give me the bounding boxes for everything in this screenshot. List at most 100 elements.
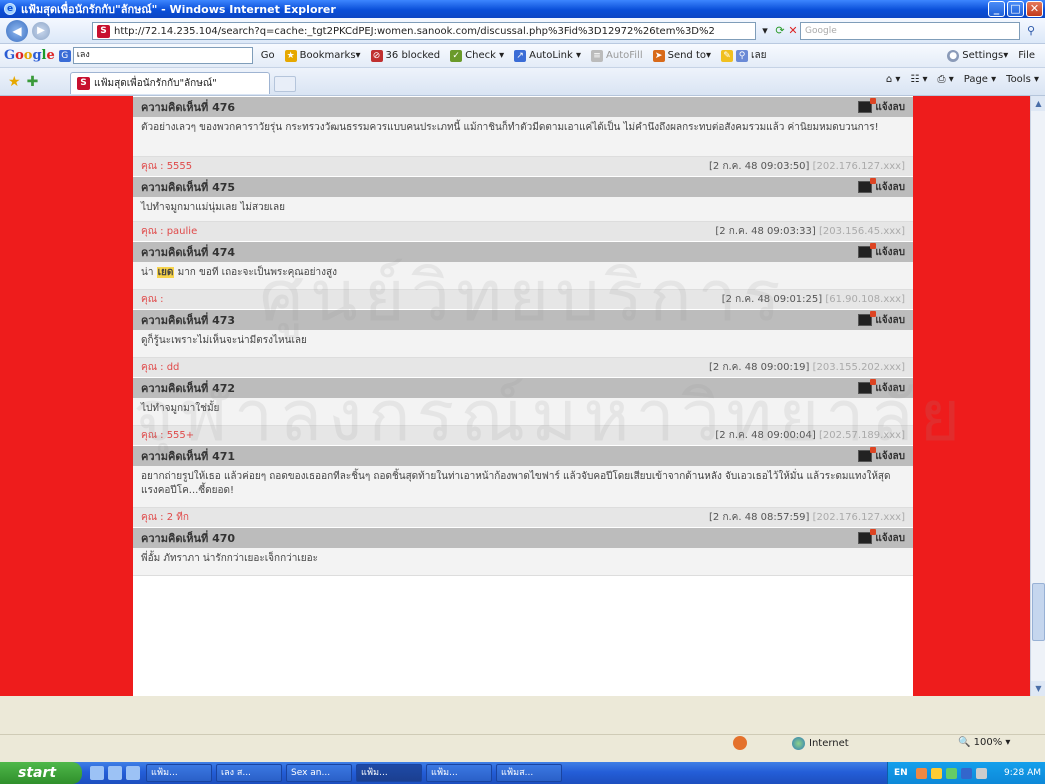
zoom-label: 100% xyxy=(973,737,1003,748)
check-label: Check ▾ xyxy=(465,50,505,61)
home-icon[interactable]: ⌂ ▾ xyxy=(886,74,901,85)
security-zone[interactable]: Internet xyxy=(792,737,849,750)
report-button[interactable]: แจ้งลบ xyxy=(858,447,905,464)
address-url: http://72.14.235.104/search?q=cache:_tgt… xyxy=(114,25,715,37)
print-icon[interactable]: ⎙ ▾ xyxy=(938,74,954,85)
comment-meta: คุณ : paulie [2 ก.ค. 48 09:03:33] [203.1… xyxy=(133,222,913,241)
stop-icon[interactable]: ✕ xyxy=(787,22,799,40)
maximize-button[interactable]: □ xyxy=(1007,1,1024,17)
tab-current[interactable]: S แฟ้มสุดเพื่อนักรักกับ"ลักษณ์" xyxy=(70,72,270,94)
start-button[interactable]: start xyxy=(0,762,82,784)
report-button[interactable]: แจ้งลบ xyxy=(858,379,905,396)
back-button[interactable]: ◀ xyxy=(6,19,28,42)
show-desktop-icon[interactable] xyxy=(90,766,104,780)
comment-471: ความคิดเห็นที่ 471 แจ้งลบ อยากถ่ายรูปให้… xyxy=(133,445,913,527)
quick-launch xyxy=(90,766,140,780)
close-button[interactable]: ✕ xyxy=(1026,1,1043,17)
spell-check-button[interactable]: ✓ Check ▾ xyxy=(450,49,505,62)
file-menu[interactable]: File xyxy=(1018,50,1035,61)
report-button[interactable]: แจ้งลบ xyxy=(858,311,905,328)
taskbar-item-active[interactable]: แฟ้ม... xyxy=(356,764,422,782)
taskbar-item[interactable]: แฟ้ม... xyxy=(146,764,212,782)
google-search-input[interactable]: เลง xyxy=(72,47,253,64)
comment-header: ความคิดเห็นที่ 475 แจ้งลบ xyxy=(133,176,913,197)
autofill-icon: ≡ xyxy=(591,49,604,62)
bookmarks-label: Bookmarks▾ xyxy=(299,50,361,61)
forward-button[interactable]: ▶ xyxy=(32,21,50,40)
live-search-input[interactable]: Google xyxy=(800,22,1020,40)
favorites-star-icon[interactable]: ★ xyxy=(8,74,21,90)
star-icon: ★ xyxy=(284,49,297,62)
comment-timestamp: [2 ก.ค. 48 09:00:19] xyxy=(709,362,810,373)
comment-body: ตัวอย่างเลวๆ ของพวกคาราวัยรุ่น กระทรวงวั… xyxy=(133,117,913,157)
autofill-button[interactable]: ≡ AutoFill xyxy=(591,49,643,62)
comment-meta: คุณ : 2 ทีก [2 ก.ค. 48 08:57:59] [202.17… xyxy=(133,508,913,527)
taskbar-item[interactable]: แฟ้ม... xyxy=(426,764,492,782)
page-menu[interactable]: Page ▾ xyxy=(964,74,996,85)
comment-meta: คุณ : dd [2 ก.ค. 48 09:00:19] [203.155.2… xyxy=(133,358,913,377)
address-dropdown-icon[interactable]: ▾ xyxy=(758,22,772,40)
scroll-thumb[interactable] xyxy=(1032,583,1045,641)
address-bar[interactable]: S http://72.14.235.104/search?q=cache:_t… xyxy=(92,22,756,40)
report-button[interactable]: แจ้งลบ xyxy=(858,98,905,115)
ie-quicklaunch-icon[interactable] xyxy=(108,766,122,780)
pencil-icon: ✎ xyxy=(721,49,734,62)
report-button[interactable]: แจ้งลบ xyxy=(858,178,905,195)
send-to-button[interactable]: ➤ Send to▾ xyxy=(652,49,711,62)
report-icon xyxy=(858,379,877,394)
popup-status-icon[interactable] xyxy=(733,736,747,750)
autolink-button[interactable]: ↗ AutoLink ▾ xyxy=(514,49,582,62)
add-favorite-icon[interactable]: ✚ xyxy=(27,74,39,90)
bookmarks-button[interactable]: ★ Bookmarks▾ xyxy=(284,49,361,62)
feeds-icon[interactable]: ☷ ▾ xyxy=(910,74,927,85)
search-icon[interactable]: ⚲ xyxy=(1022,22,1040,40)
autofill-label: AutoFill xyxy=(606,50,643,61)
refresh-icon[interactable]: ⟳ xyxy=(774,22,786,40)
report-label: แจ้งลบ xyxy=(875,382,905,394)
google-g-icon[interactable]: G xyxy=(58,49,71,62)
taskbar-item[interactable]: เลง ส... xyxy=(216,764,282,782)
new-tab-button[interactable] xyxy=(274,76,296,92)
scroll-up-icon[interactable]: ▲ xyxy=(1031,96,1045,111)
comment-473: ความคิดเห็นที่ 473 แจ้งลบ ดูก็รู้นะเพราะ… xyxy=(133,309,913,377)
report-button[interactable]: แจ้งลบ xyxy=(858,243,905,260)
autolink-label: AutoLink ▾ xyxy=(529,50,582,61)
comment-meta: คุณ : 555+ [2 ก.ค. 48 09:00:04] [202.57.… xyxy=(133,426,913,445)
settings-button[interactable]: ● Settings▾ xyxy=(947,49,1008,62)
ie-logo-icon: e xyxy=(4,3,16,15)
comment-body: อยากถ่ายรูปให้เธอ แล้วค่อยๆ ถอดของเธออกท… xyxy=(133,466,913,508)
highlight-button[interactable]: ✎ ⚲ เลย xyxy=(721,48,766,63)
comments-column: ศูนย์วิทยบริการ จุฬาลงกรณ์มหาวิทยาลัย คว… xyxy=(133,96,960,696)
popup-blocked-button[interactable]: ⊘ 36 blocked xyxy=(370,49,441,62)
comment-title: ความคิดเห็นที่ 473 xyxy=(141,314,236,327)
scroll-down-icon[interactable]: ▼ xyxy=(1031,681,1045,696)
comment-title: ความคิดเห็นที่ 472 xyxy=(141,382,236,395)
file-label: File xyxy=(1018,50,1035,61)
tools-menu[interactable]: Tools ▾ xyxy=(1006,74,1039,85)
minimize-button[interactable]: _ xyxy=(988,1,1005,17)
comment-timestamp: [2 ก.ค. 48 09:03:33] xyxy=(715,226,816,237)
language-indicator[interactable]: EN xyxy=(894,768,908,778)
google-go-button[interactable]: Go xyxy=(261,50,275,61)
taskbar-item[interactable]: Sex an... xyxy=(286,764,352,782)
volume-icon[interactable] xyxy=(975,767,987,779)
clock: 9:28 AM xyxy=(1004,768,1041,778)
window-titlebar: e แฟ้มสุดเพื่อนักรักกับ"ลักษณ์" - Window… xyxy=(0,0,1045,18)
status-bar: Internet 🔍 100% ▾ xyxy=(0,696,1045,762)
taskbar-item[interactable]: แฟ้มส... xyxy=(496,764,562,782)
comment-timestamp: [2 ก.ค. 48 08:57:59] xyxy=(709,512,810,523)
status-strip xyxy=(0,734,1045,756)
blocked-label: 36 blocked xyxy=(385,50,441,61)
media-quicklaunch-icon[interactable] xyxy=(126,766,140,780)
comment-body: ไปทำจมูกมาแม่นุ่มเลย ไม่สวยเลย xyxy=(133,197,913,222)
report-icon xyxy=(858,447,877,462)
report-button[interactable]: แจ้งลบ xyxy=(858,529,905,546)
tray-app-icon[interactable] xyxy=(945,767,957,779)
tray-app-icon[interactable] xyxy=(915,767,927,779)
zoom-level[interactable]: 🔍 100% ▾ xyxy=(958,737,1010,748)
report-label: แจ้งลบ xyxy=(875,450,905,462)
comment-header: ความคิดเห็นที่ 471 แจ้งลบ xyxy=(133,445,913,466)
tray-app-icon[interactable] xyxy=(930,767,942,779)
tray-app-icon[interactable] xyxy=(960,767,972,779)
vertical-scrollbar[interactable]: ▲ ▼ xyxy=(1030,96,1045,696)
